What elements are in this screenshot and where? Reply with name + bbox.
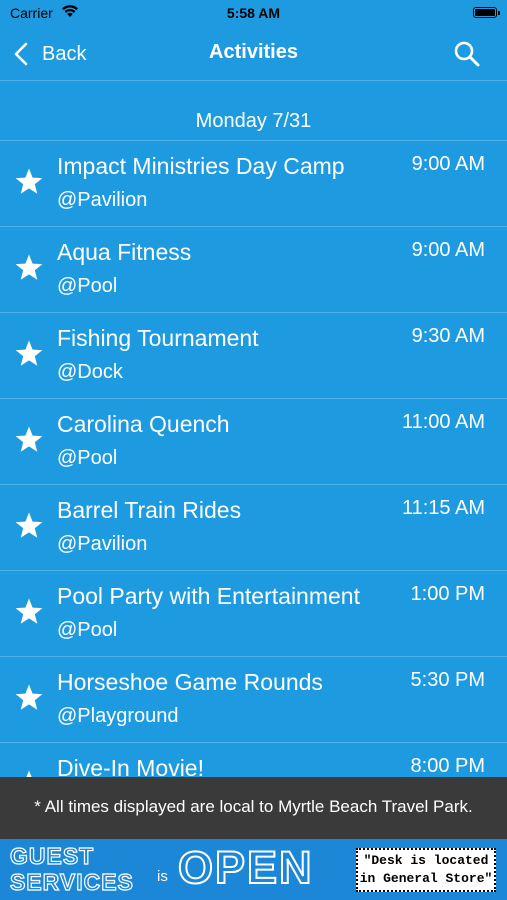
activity-row[interactable]: Dive-In Movie! 8:00 PM bbox=[0, 743, 507, 778]
activity-name: Aqua Fitness bbox=[57, 239, 192, 265]
activity-name: Dive-In Movie! bbox=[57, 755, 204, 778]
activity-time: 8:00 PM bbox=[410, 755, 485, 777]
desk-line-2: in General Store" bbox=[359, 871, 493, 886]
activity-name: Fishing Tournament bbox=[57, 325, 259, 351]
desk-location-note: "Desk is located in General Store" bbox=[356, 848, 496, 892]
battery-icon bbox=[473, 7, 500, 18]
activity-location: @Pool bbox=[57, 619, 118, 641]
activity-location: @Dock bbox=[57, 361, 123, 383]
activity-time: 11:00 AM bbox=[401, 411, 485, 433]
activity-row[interactable]: Aqua Fitness @Pool 9:00 AM bbox=[0, 227, 507, 313]
is-text: is bbox=[157, 868, 168, 885]
activity-row[interactable]: Pool Party with Entertainment @Pool 1:00 P… bbox=[0, 571, 507, 657]
activity-time: 9:00 AM bbox=[411, 239, 485, 261]
star-icon[interactable] bbox=[14, 167, 44, 197]
star-icon[interactable] bbox=[14, 683, 44, 713]
activity-row[interactable]: Impact Ministries Day Camp @Pavilion 9:00 … bbox=[0, 141, 507, 227]
star-icon[interactable] bbox=[14, 425, 44, 455]
search-icon[interactable] bbox=[453, 40, 481, 68]
star-icon[interactable] bbox=[14, 597, 44, 627]
activity-location: @Playground bbox=[57, 705, 179, 727]
activity-name: Impact Ministries Day Camp bbox=[57, 153, 345, 179]
navigation-bar: Back Activities bbox=[0, 28, 507, 81]
activity-list[interactable]: Impact Ministries Day Camp @Pavilion 9:00 … bbox=[0, 140, 507, 778]
timezone-note-text: * All times displayed are local to Myrtl… bbox=[34, 797, 473, 816]
activity-name: Carolina Quench bbox=[57, 411, 230, 437]
activity-time: 9:00 AM bbox=[411, 153, 485, 175]
activity-row[interactable]: Fishing Tournament @Dock 9:30 AM bbox=[0, 313, 507, 399]
activity-location: @Pavilion bbox=[57, 533, 148, 555]
activity-location: @Pavilion bbox=[57, 189, 148, 211]
services-text: SERVICES bbox=[9, 868, 134, 895]
activity-location: @Pool bbox=[57, 447, 118, 469]
guest-services-banner[interactable]: GUEST SERVICES is OPEN "Desk is located … bbox=[0, 839, 507, 900]
activity-name: Horseshoe Game Rounds bbox=[57, 669, 323, 695]
guest-text: GUEST bbox=[9, 842, 95, 869]
activity-time: 9:30 AM bbox=[411, 325, 485, 347]
timezone-note: * All times displayed are local to Myrtl… bbox=[0, 777, 507, 839]
activity-time: 1:00 PM bbox=[410, 583, 485, 605]
guest-services-logo: GUEST SERVICES bbox=[9, 842, 134, 895]
activity-row[interactable]: Carolina Quench @Pool 11:00 AM bbox=[0, 399, 507, 485]
desk-line-1: "Desk is located bbox=[363, 853, 489, 868]
activity-time: 11:15 AM bbox=[401, 497, 485, 519]
open-text: OPEN bbox=[177, 841, 314, 894]
section-date-header: Monday 7/31 bbox=[195, 110, 312, 132]
status-bar: Carrier 5:58 AM bbox=[0, 0, 507, 28]
star-icon[interactable] bbox=[14, 511, 44, 541]
activity-time: 5:30 PM bbox=[410, 669, 485, 691]
star-icon[interactable] bbox=[14, 253, 44, 283]
activity-row[interactable]: Horseshoe Game Rounds @Playground 5:30 PM bbox=[0, 657, 507, 743]
star-icon[interactable] bbox=[14, 339, 44, 369]
page-title: Activities bbox=[209, 41, 298, 63]
activity-name: Barrel Train Rides bbox=[57, 497, 242, 523]
activity-name: Pool Party with Entertainment bbox=[57, 583, 360, 609]
activity-row[interactable]: Barrel Train Rides @Pavilion 11:15 AM bbox=[0, 485, 507, 571]
status-time: 5:58 AM bbox=[226, 5, 281, 21]
activity-location: @Pool bbox=[57, 275, 118, 297]
